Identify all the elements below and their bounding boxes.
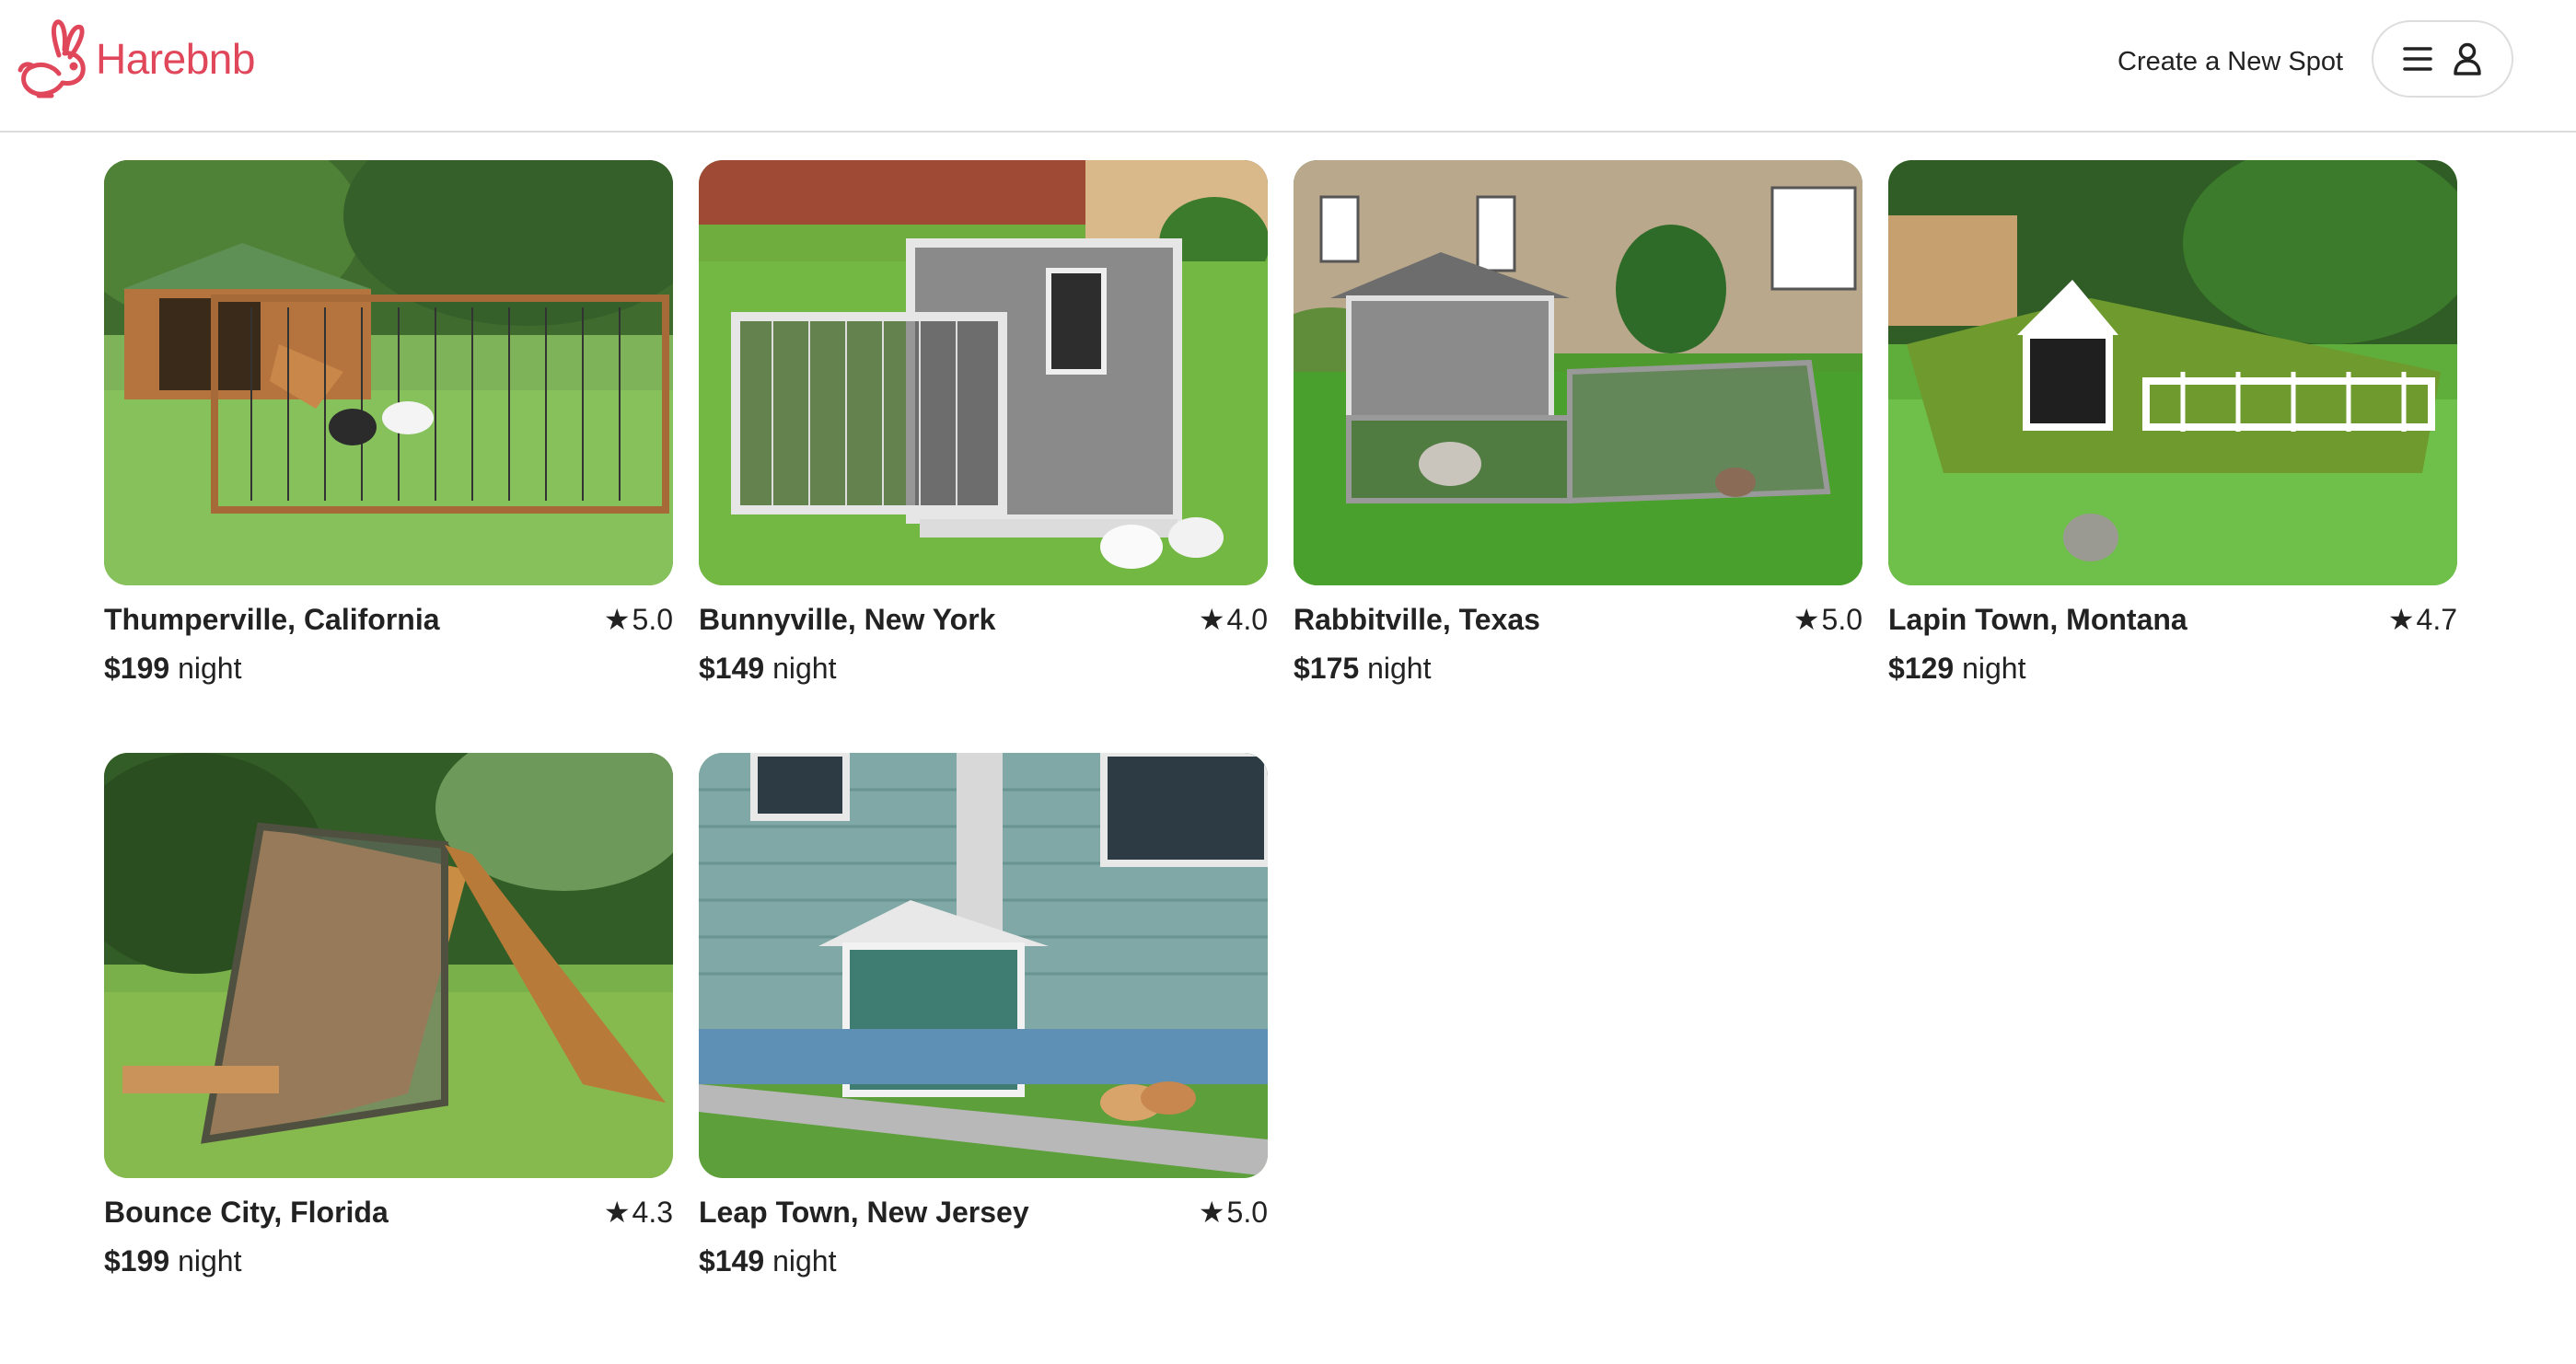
spot-image[interactable] (1888, 160, 2457, 585)
star-icon: ★ (1198, 1196, 1225, 1229)
spot-rating: ★ 5.0 (1793, 602, 1862, 637)
spot-rating: ★ 4.3 (604, 1195, 673, 1230)
star-icon: ★ (1793, 603, 1820, 636)
profile-menu-button[interactable] (2372, 20, 2513, 98)
hamburger-icon (2403, 47, 2432, 71)
spot-city: Bounce City, Florida (104, 1195, 389, 1229)
price-unit: night (178, 1244, 242, 1277)
spot-rating: ★ 5.0 (1199, 1195, 1268, 1230)
spot-price-line: $149 night (699, 1244, 1268, 1278)
star-icon: ★ (603, 603, 631, 636)
star-icon: ★ (2387, 603, 2415, 636)
spot-card-leap-town[interactable]: Leap Town, New Jersey ★ 5.0 $149 night (699, 753, 1268, 1289)
price-unit: night (1962, 652, 2026, 685)
spot-price-line: $175 night (1294, 652, 1862, 686)
rating-value: 4.0 (1226, 602, 1268, 636)
spot-card-lapin-town[interactable]: Lapin Town, Montana ★ 4.7 $129 night (1888, 160, 2457, 696)
star-icon: ★ (1198, 603, 1225, 636)
star-icon: ★ (603, 1196, 631, 1229)
price-unit: night (772, 652, 837, 685)
spot-card-bounce-city[interactable]: Bounce City, Florida ★ 4.3 $199 night (104, 753, 673, 1289)
price-unit: night (1367, 652, 1432, 685)
spot-city: Lapin Town, Montana (1888, 602, 2187, 636)
rating-value: 5.0 (632, 602, 673, 636)
spot-rating: ★ 5.0 (604, 602, 673, 637)
spot-image[interactable] (699, 160, 1268, 585)
top-navbar: Harebnb Create a New Spot (0, 0, 2576, 133)
spot-price-line: $129 night (1888, 652, 2457, 686)
rating-value: 5.0 (1821, 602, 1862, 636)
spot-price-line: $199 night (104, 652, 673, 686)
price-unit: night (772, 1244, 837, 1277)
spot-city: Thumperville, California (104, 602, 440, 636)
spot-price: $199 (104, 1244, 170, 1277)
spot-city: Bunnyville, New York (699, 602, 996, 636)
spot-card-bunnyville[interactable]: Bunnyville, New York ★ 4.0 $149 night (699, 160, 1268, 696)
spot-price: $199 (104, 652, 170, 685)
rating-value: 5.0 (1226, 1195, 1268, 1229)
rabbit-logo-icon (17, 19, 86, 98)
price-unit: night (178, 652, 242, 685)
spot-city: Rabbitville, Texas (1294, 602, 1540, 636)
create-new-spot-link[interactable]: Create a New Spot (2118, 41, 2343, 82)
spot-image[interactable] (699, 753, 1268, 1178)
user-icon (2454, 42, 2481, 75)
spot-price: $175 (1294, 652, 1360, 685)
spot-card-rabbitville[interactable]: Rabbitville, Texas ★ 5.0 $175 night (1294, 160, 1862, 696)
spot-image[interactable] (104, 753, 673, 1178)
spot-price: $129 (1888, 652, 1955, 685)
spot-card-thumperville[interactable]: Thumperville, California ★ 5.0 $199 nigh… (104, 160, 673, 696)
rating-value: 4.7 (2416, 602, 2457, 636)
spot-rating: ★ 4.0 (1199, 602, 1268, 637)
rating-value: 4.3 (632, 1195, 673, 1229)
logo-text: Harebnb (96, 35, 255, 83)
spot-image[interactable] (104, 160, 673, 585)
spot-rating: ★ 4.7 (2388, 602, 2457, 637)
spot-image[interactable] (1294, 160, 1862, 585)
spot-price: $149 (699, 652, 765, 685)
spot-price: $149 (699, 1244, 765, 1277)
spot-city: Leap Town, New Jersey (699, 1195, 1029, 1229)
home-logo-link[interactable]: Harebnb (11, 17, 255, 101)
spot-price-line: $149 night (699, 652, 1268, 686)
spot-price-line: $199 night (104, 1244, 673, 1278)
spots-grid: Thumperville, California ★ 5.0 $199 nigh… (104, 160, 2457, 1289)
